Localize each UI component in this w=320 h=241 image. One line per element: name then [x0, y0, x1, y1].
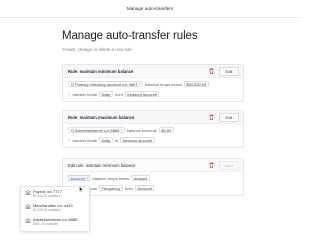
account-value: Account: [70, 175, 85, 181]
rule-condition-line: Account ▾ balance drops below Amount: [63, 174, 243, 182]
rule-action-line: ↳ transfer funds Daily to treasury accou…: [63, 136, 243, 144]
delete-rule-button[interactable]: [207, 161, 216, 170]
save-rule-button[interactable]: Save: [219, 160, 239, 170]
option-available: $4,000.00 available: [33, 194, 61, 198]
from-label: from: [114, 91, 123, 97]
from-label: from: [124, 185, 133, 191]
trash-icon: [209, 162, 214, 168]
mouse-pointer-icon: [79, 186, 84, 193]
delete-rule-button[interactable]: [207, 67, 216, 76]
condition-text: balance drops below: [145, 81, 182, 87]
rule-title: Rule: maintain maximum balance: [68, 114, 135, 120]
trash-icon: [209, 68, 214, 74]
bank-icon: [25, 203, 31, 209]
condition-text: balance exceeds: [126, 127, 157, 133]
account-select[interactable]: Account ▾: [68, 175, 91, 181]
delete-rule-button[interactable]: [207, 113, 216, 122]
chevron-down-icon: ▾: [86, 176, 88, 180]
rule-card-header: Edit rule: maintain minimum balance Save: [63, 159, 243, 172]
action-prefix: transfer funds: [72, 137, 97, 143]
option-available: $500.00 available: [33, 222, 58, 226]
account-option[interactable]: Merchandise •••• 4443 $1,234.00 availabl…: [21, 201, 89, 215]
account-select[interactable]: Advertisements •••• 8885 ▾: [68, 127, 125, 133]
target-account-select[interactable]: treasury account: [120, 137, 155, 143]
source-account-select[interactable]: Account: [134, 185, 155, 191]
source-account-select[interactable]: treasury account: [124, 91, 160, 97]
account-value: Primary checking account •••• 4567: [75, 81, 138, 87]
bank-icon: [25, 217, 31, 223]
action-prefix: transfer funds: [72, 91, 97, 97]
rule-action-line: ↳ transfer funds Daily from treasury acc…: [63, 90, 243, 98]
amount-field[interactable]: $0.00: [158, 127, 174, 133]
bank-icon: [70, 82, 74, 86]
rule-condition-line: Advertisements •••• 8885 ▾ balance excee…: [63, 126, 243, 134]
frequency-select[interactable]: Daily: [98, 137, 113, 143]
amount-field[interactable]: Amount: [131, 175, 150, 181]
chevron-down-icon: ▾: [120, 128, 123, 132]
page-subtitle: Create, change or delete a new rule: [62, 47, 132, 52]
account-option[interactable]: Advertisements •••• 8885 $500.00 availab…: [21, 215, 89, 229]
account-value: Advertisements •••• 8885: [75, 127, 120, 133]
frequency-select[interactable]: Frequency: [98, 185, 123, 191]
rule-card-maximum-balance: Rule: maintain maximum balance Edit Adve…: [62, 110, 244, 148]
arrow-icon: ↳: [68, 138, 71, 142]
bank-icon: [25, 189, 31, 195]
amount-field[interactable]: $50,000.00: [183, 81, 209, 87]
page-title: Manage auto-transfer rules: [62, 30, 198, 42]
rule-action-line: ↳ transfer funds Frequency from Account: [63, 184, 243, 192]
rule-card-header: Rule: maintain minimum balance Edit: [63, 65, 243, 78]
edit-rule-button[interactable]: Edit: [219, 112, 239, 122]
account-select[interactable]: Primary checking account •••• 4567 ▾: [68, 81, 144, 87]
trash-icon: [209, 114, 214, 120]
chevron-down-icon: ▾: [139, 82, 141, 86]
bank-icon: [70, 128, 74, 132]
rule-title: Rule: maintain minimum balance: [68, 68, 134, 74]
arrow-icon: ↳: [68, 92, 71, 96]
rule-condition-line: Primary checking account •••• 4567 ▾ bal…: [63, 80, 243, 88]
edit-rule-button[interactable]: Edit: [219, 66, 239, 76]
top-bar-title: Manage auto-transfers: [126, 6, 174, 11]
condition-text: balance drops below: [92, 175, 130, 181]
rule-card-minimum-balance: Rule: maintain minimum balance Edit Prim…: [62, 64, 244, 102]
option-available: $1,234.00 available: [33, 208, 61, 212]
rule-card-header: Rule: maintain maximum balance Edit: [63, 111, 243, 124]
top-bar: Manage auto-transfers: [0, 0, 300, 18]
frequency-select[interactable]: Daily: [98, 91, 113, 97]
rule-title: Edit rule: maintain minimum balance: [68, 162, 136, 168]
to-label: to: [114, 137, 119, 143]
